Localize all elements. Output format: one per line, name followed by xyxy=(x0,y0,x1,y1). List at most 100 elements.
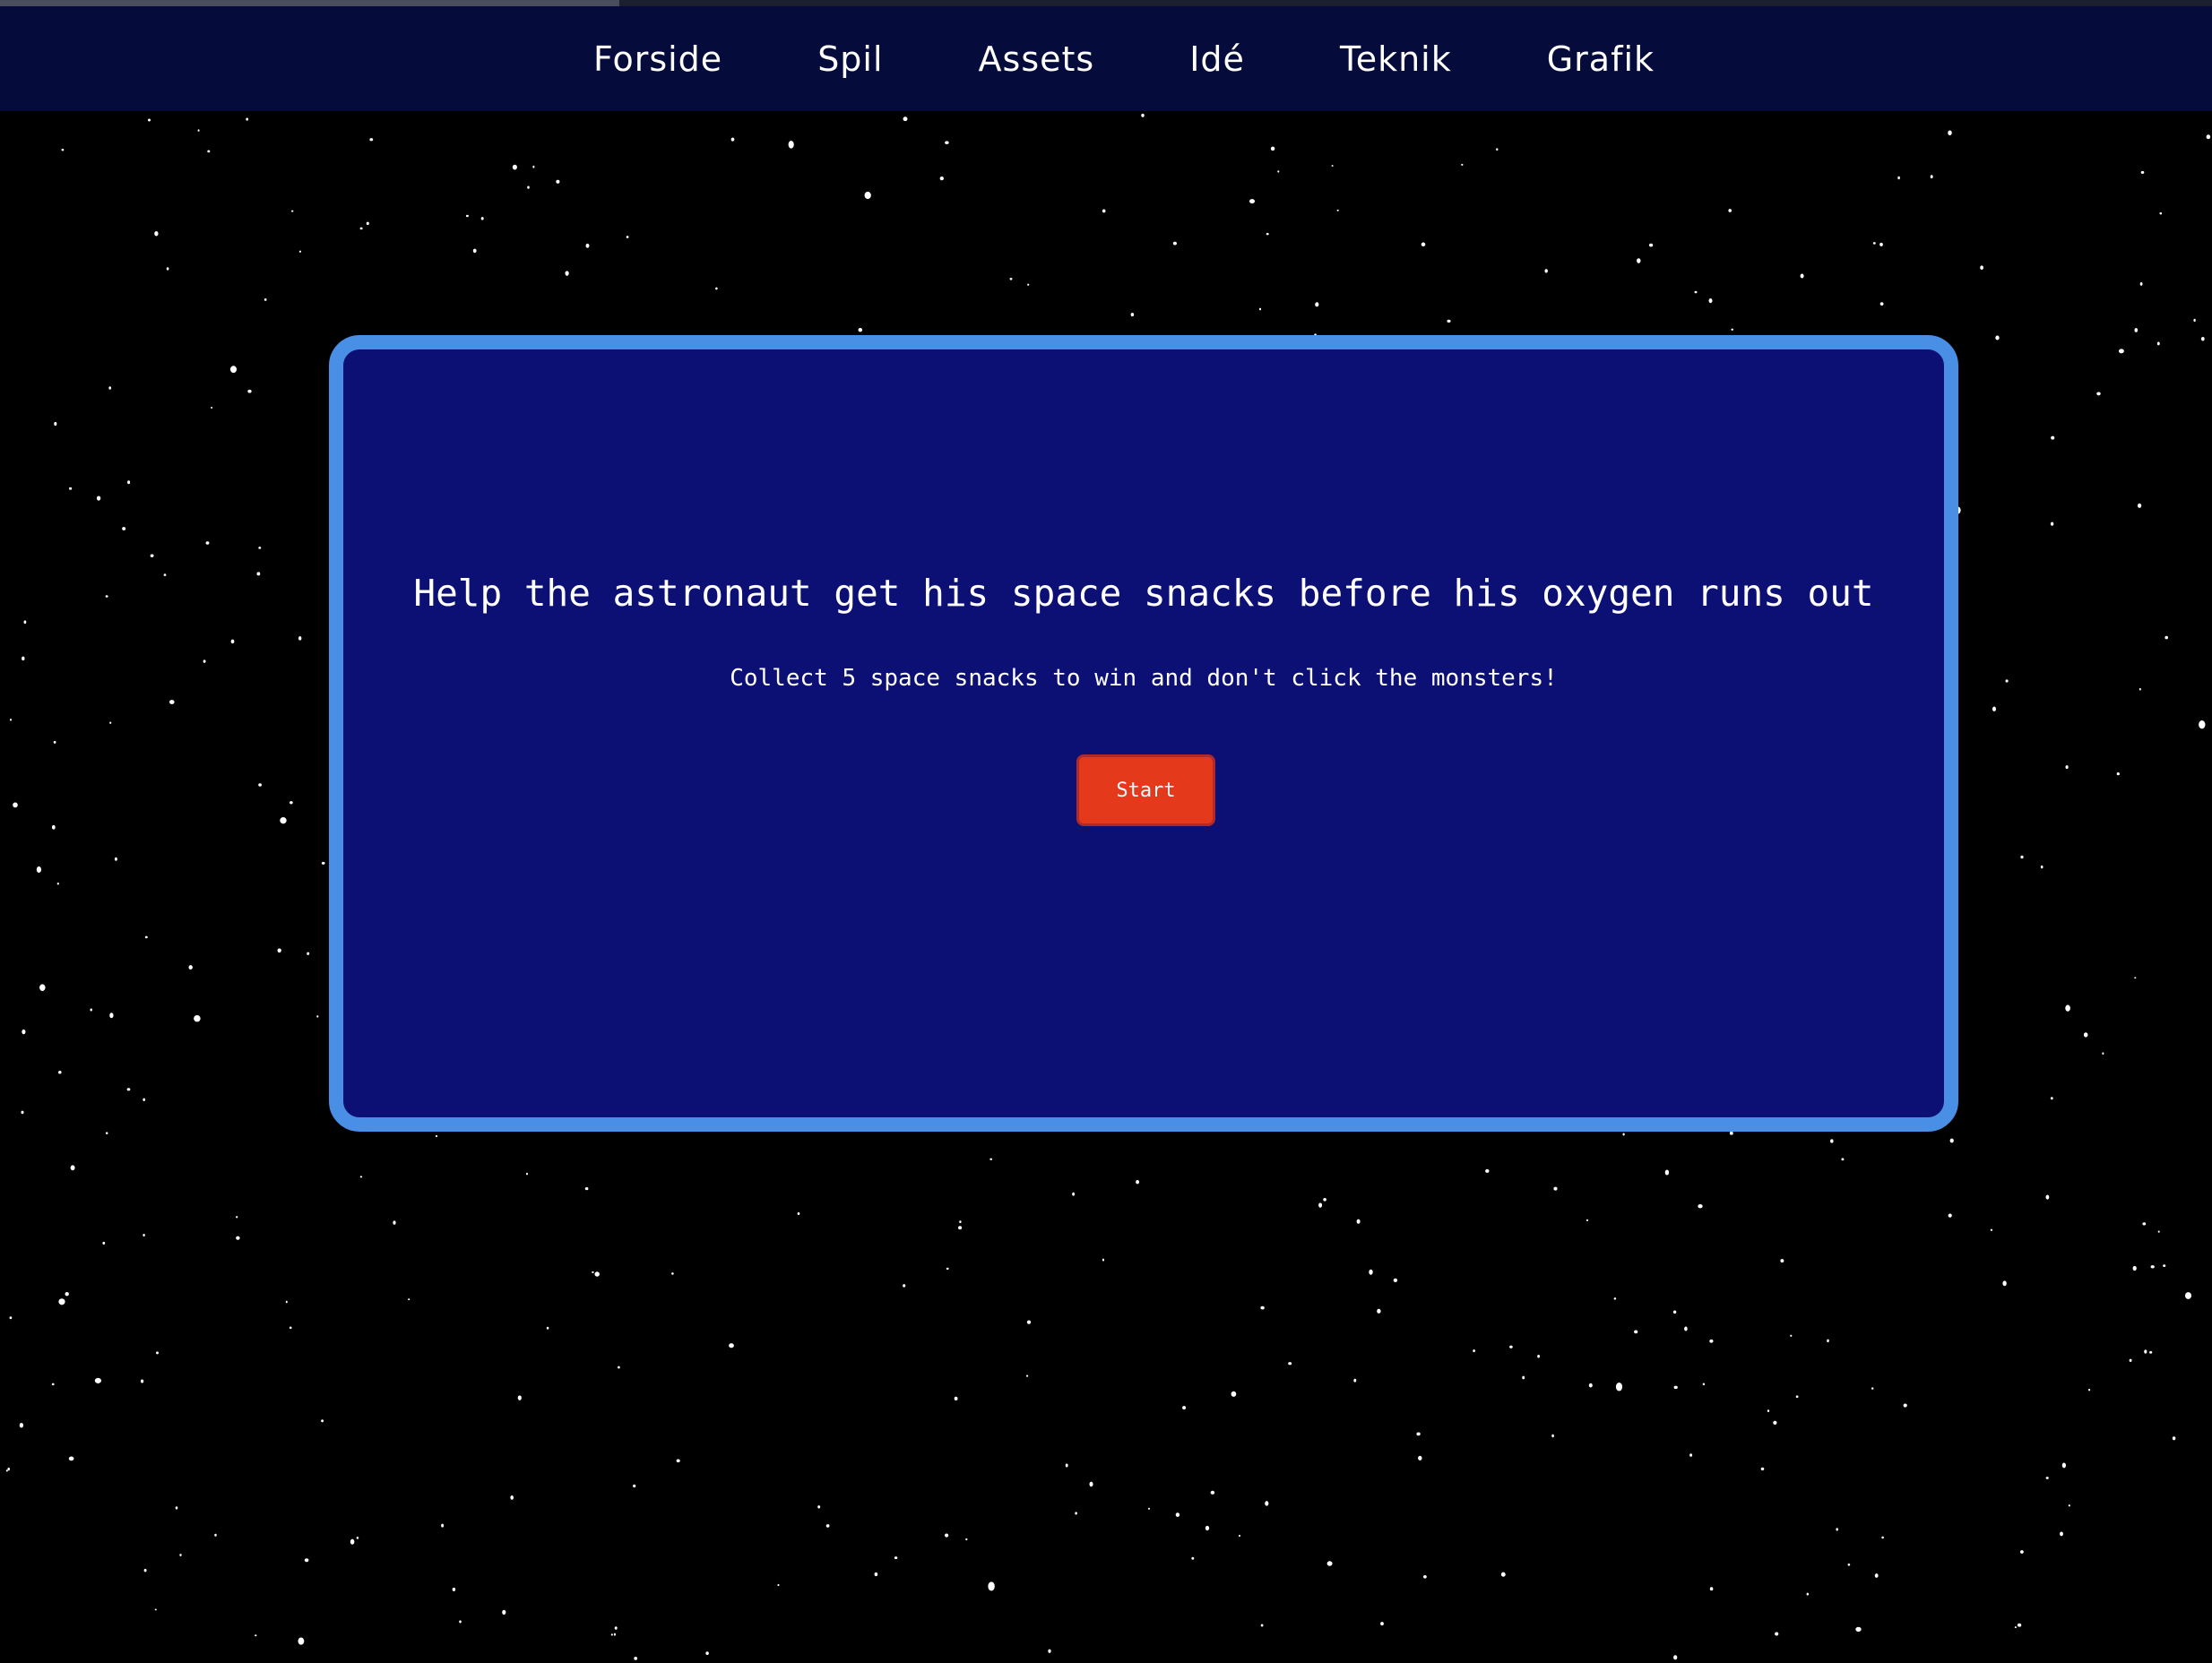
nav-link-teknik[interactable]: Teknik xyxy=(1340,39,1452,79)
star xyxy=(2172,1436,2176,1441)
star xyxy=(1949,1138,1954,1143)
star xyxy=(1836,1528,1838,1531)
star xyxy=(2134,328,2139,332)
star xyxy=(1249,199,1256,204)
star xyxy=(532,165,535,168)
star xyxy=(203,659,206,663)
star xyxy=(1855,1626,1862,1633)
star xyxy=(229,366,238,374)
star xyxy=(285,1300,288,1304)
star xyxy=(614,1626,618,1630)
star xyxy=(1879,242,1883,246)
star xyxy=(211,407,213,409)
star xyxy=(1260,1305,1265,1310)
start-button[interactable]: Start xyxy=(1076,754,1215,826)
star xyxy=(1871,1387,1874,1390)
star xyxy=(1795,1395,1799,1399)
star xyxy=(1708,298,1713,304)
star xyxy=(1191,1556,1195,1560)
nav-link-assets[interactable]: Assets xyxy=(979,39,1095,79)
star xyxy=(255,1634,257,1637)
star xyxy=(1689,1453,1693,1457)
star xyxy=(903,1284,906,1288)
star xyxy=(127,480,131,485)
star xyxy=(2005,679,2009,683)
star xyxy=(797,1211,800,1216)
star xyxy=(2129,1358,2132,1363)
star xyxy=(527,185,530,189)
star xyxy=(1694,290,1698,294)
star xyxy=(1048,1649,1051,1653)
star xyxy=(1622,1133,1625,1136)
star xyxy=(298,636,302,641)
star xyxy=(939,176,944,181)
star xyxy=(1231,1391,1237,1397)
star xyxy=(1872,242,1876,245)
star xyxy=(1879,302,1884,306)
star xyxy=(1026,1320,1032,1324)
star xyxy=(1380,1622,1384,1626)
star xyxy=(1684,1326,1688,1331)
star xyxy=(1072,1192,1075,1196)
star xyxy=(1544,269,1548,273)
star xyxy=(1356,1219,1361,1224)
star xyxy=(864,191,871,200)
star xyxy=(2159,212,2163,215)
star xyxy=(2157,1230,2160,1233)
star xyxy=(894,1556,898,1560)
star xyxy=(143,1568,147,1573)
star xyxy=(1841,1158,1845,1161)
star xyxy=(1775,1632,1779,1636)
star xyxy=(2132,1265,2137,1271)
star xyxy=(1369,1269,1373,1275)
star xyxy=(729,1343,734,1348)
star xyxy=(256,572,261,576)
star xyxy=(1664,1169,1670,1176)
star xyxy=(163,573,167,576)
star xyxy=(1377,1308,1381,1314)
star xyxy=(1847,1563,1851,1566)
star xyxy=(1806,1592,1810,1596)
star xyxy=(144,935,148,939)
star xyxy=(114,857,117,861)
star xyxy=(1416,1432,1421,1436)
star xyxy=(230,639,235,644)
nav-link-ide[interactable]: Idé xyxy=(1189,39,1245,79)
star xyxy=(1827,1339,1829,1343)
star xyxy=(1336,209,1339,211)
star xyxy=(1990,1228,1993,1231)
star xyxy=(298,1637,305,1645)
star xyxy=(205,541,210,545)
star xyxy=(2020,1550,2024,1554)
nav-link-forside[interactable]: Forside xyxy=(593,39,722,79)
star xyxy=(214,1533,217,1537)
star xyxy=(2017,1623,2022,1627)
star xyxy=(207,150,211,153)
star xyxy=(298,250,302,253)
star xyxy=(140,1379,144,1383)
star xyxy=(169,700,175,704)
star xyxy=(1353,1378,1357,1383)
star xyxy=(1265,1501,1269,1506)
star xyxy=(150,554,154,557)
star xyxy=(109,1012,114,1019)
star xyxy=(777,1583,780,1587)
star xyxy=(58,1070,62,1074)
star xyxy=(1731,328,1733,331)
star xyxy=(289,801,293,805)
nav-link-grafik[interactable]: Grafik xyxy=(1547,39,1655,79)
nav-link-spil[interactable]: Spil xyxy=(817,39,883,79)
star xyxy=(2065,1004,2070,1012)
star xyxy=(2134,977,2137,979)
star xyxy=(356,1537,359,1539)
star xyxy=(258,783,262,787)
star xyxy=(1613,1297,1617,1300)
star xyxy=(2065,765,2069,770)
star xyxy=(1102,1258,1105,1262)
star xyxy=(109,721,112,724)
star xyxy=(2137,503,2142,508)
star xyxy=(1903,1403,1907,1408)
star xyxy=(369,138,374,142)
star xyxy=(23,620,27,625)
star xyxy=(610,1633,613,1636)
